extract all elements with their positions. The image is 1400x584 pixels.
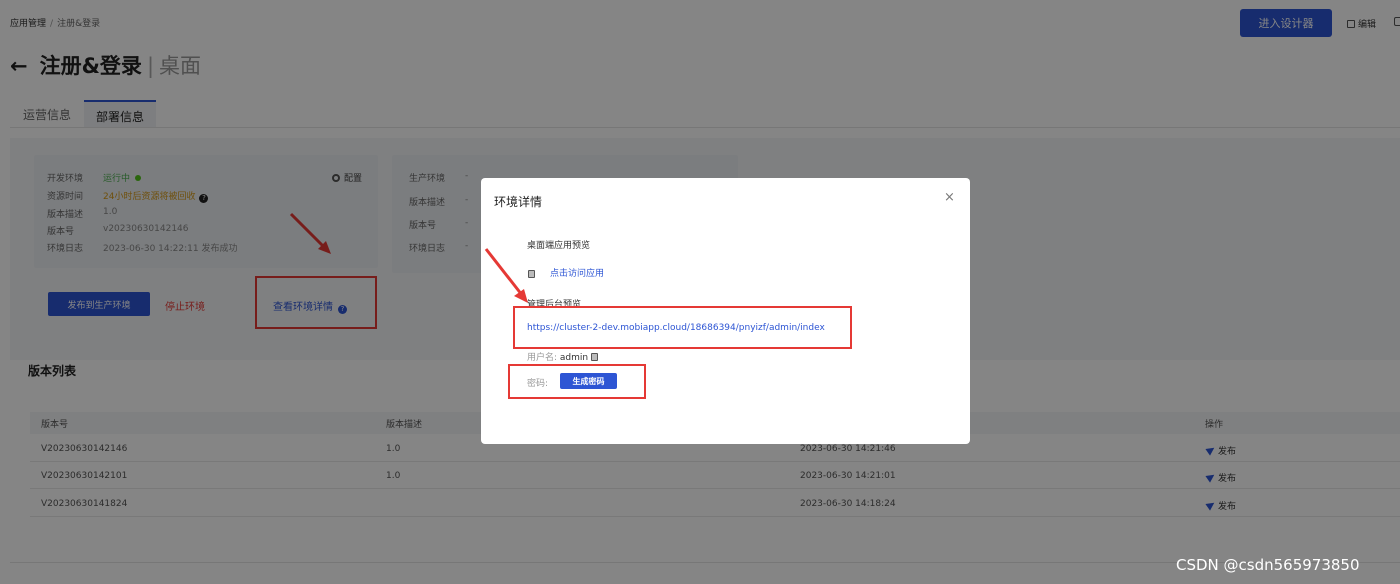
arrow-line bbox=[484, 248, 524, 296]
watermark: CSDN @csdn565973850 bbox=[1176, 556, 1360, 574]
annotation-arrow bbox=[484, 248, 528, 303]
highlight-box-password bbox=[508, 364, 646, 399]
highlight-box-url bbox=[513, 306, 852, 349]
username-value: admin bbox=[559, 353, 589, 363]
username-row: 用户名: admin bbox=[527, 350, 598, 363]
desktop-preview-label: 桌面端应用预览 bbox=[527, 241, 591, 251]
copy-icon[interactable] bbox=[591, 353, 598, 361]
arrow-head bbox=[514, 289, 528, 303]
username-label: 用户名: bbox=[527, 353, 558, 363]
visit-app-link[interactable]: 点击访问应用 bbox=[550, 266, 604, 279]
modal-title: 环境详情 bbox=[494, 195, 543, 209]
close-icon[interactable]: × bbox=[944, 190, 955, 205]
